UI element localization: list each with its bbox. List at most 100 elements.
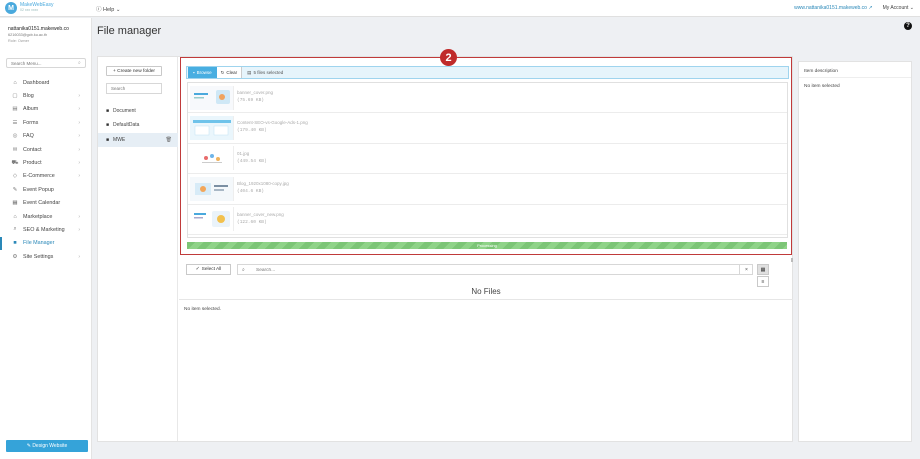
select-all-button[interactable]: ✓ Select All [186,264,231,275]
folder-icon: ■ [13,240,17,247]
file-row[interactable]: Blog_1920x1080-copy.jpg (404.6 KB) [188,174,787,205]
site-link[interactable]: www.nattanika0151.makeweb.co ↗ [794,5,872,11]
file-size: (449.54 KB) [237,158,267,164]
logo-text: MakeWebEasy 02 xxx xxxx [20,3,54,13]
file-thumbnail [190,85,234,110]
item-description-panel: Item description No item selected [798,61,912,442]
upload-file-list: banner_cover.png (75.69 KB) Content-SEO-… [187,82,788,238]
store-icon: ⌂ [13,213,17,220]
files-selected-status: ▤ 5 files selected [242,70,283,76]
list-view-button[interactable]: ≡ [757,276,769,287]
file-name: banner_cover_new.png [237,211,284,217]
sidebar-item-marketplace[interactable]: ⌂ Marketplace › [0,210,92,223]
create-new-folder-button[interactable]: + Create new folder [106,66,162,76]
sidebar-item-label: Dashboard [23,79,50,86]
sidebar-menu: ⌂ Dashboard ▢ Blog › ▤ Album › ☰ Forms › ◎ FAQ › … [0,76,92,263]
sidebar-item-label: Album [23,106,39,113]
file-browser: 2 ▪ Browse ↻ Clear ▤ 5 files selected ba… [179,49,793,441]
site-link-label: www.nattanika0151.makeweb.co [794,5,867,11]
file-size: (75.69 KB) [237,98,265,103]
folder-icon: ■ [106,108,110,114]
chevron-right-icon: › [78,226,80,233]
file-row[interactable]: banner_cover_new.png (122.60 KB) [188,205,787,235]
item-description-empty: No item selected [804,84,840,89]
file-row[interactable]: 01.jpg (449.54 KB) [188,144,787,175]
chevron-right-icon: › [78,146,80,153]
brand-logo[interactable]: M MakeWebEasy 02 xxx xxxx [5,2,54,14]
file-row[interactable]: Content-SEO-vs-Google-Ads-1.png (179.40 … [188,113,787,144]
chevron-right-icon: › [78,213,80,220]
file-size: (179.40 KB) [237,128,267,134]
grid-icon: ▦ [760,266,766,273]
sidebar-item-ecommerce[interactable]: ◇ E-Commerce › [0,170,92,183]
sidebar-item-label: Contact [23,146,42,153]
file-manager-panel: + Create new folder ■ Document ■ Default… [97,49,793,442]
file-row[interactable]: banner_cover.png (75.69 KB) [188,83,787,114]
cart-icon: ⛟ [11,159,19,166]
file-size: (122.60 KB) [237,219,267,225]
sidebar-item-label: FAQ [23,133,34,140]
sidebar-item-contact[interactable]: ✉ Contact › [0,143,92,156]
design-website-button[interactable]: ✎ Design Website [6,440,88,452]
files-selected-label: 5 files selected [253,70,284,75]
sidebar-item-label: SEO & Marketing [23,226,65,233]
sidebar-item-album[interactable]: ▤ Album › [0,103,92,116]
help-menu[interactable]: ⓘ Help ⌄ [96,5,121,13]
grid-view-button[interactable]: ▦ [757,264,769,275]
menu-search-input[interactable] [6,58,86,68]
sidebar-item-faq[interactable]: ◎ FAQ › [0,130,92,143]
sidebar-item-seo-marketing[interactable]: ⌕ SEO & Marketing › [0,223,92,236]
thumbnail-image [190,116,233,141]
calendar-icon: ▦ [12,200,18,207]
clear-button[interactable]: ↻ Clear [216,67,243,78]
logo-mark: M [5,2,17,14]
folder-item-mwe[interactable]: ■ MWE 🗑 [98,133,178,147]
item-description-title: Item description [804,69,838,74]
top-bar: M MakeWebEasy 02 xxx xxxx ⓘ Help ⌄ www.n… [0,0,920,17]
browse-button[interactable]: ▪ Browse [188,67,217,78]
sidebar-item-dashboard[interactable]: ⌂ Dashboard [0,76,92,89]
my-account-menu[interactable]: My Account ⌄ [883,5,914,11]
trash-icon[interactable]: 🗑 [166,137,172,143]
gear-icon: ⚙ [12,253,18,260]
scrollbar[interactable] [791,258,793,262]
sidebar-item-site-settings[interactable]: ⚙ Site Settings › [0,250,92,263]
sidebar-item-label: Site Settings [23,253,54,260]
folder-item-defaultdata[interactable]: ■ DefaultData [98,118,178,132]
home-icon: ⌂ [13,79,17,86]
help-label: Help ⌄ [103,7,121,13]
search-icon: ⌕ [78,60,81,66]
clear-label: Clear [226,70,238,75]
sidebar-item-label: Marketplace [23,213,53,220]
folder-column: + Create new folder ■ Document ■ Default… [98,57,178,441]
file-thumbnail [190,176,234,201]
file-search-input[interactable] [256,266,736,274]
file-search-box: ⌕ [237,264,753,275]
forms-icon: ☰ [12,119,18,126]
sidebar-item-forms[interactable]: ☰ Forms › [0,116,92,129]
progress-label: Processing [477,243,497,248]
file-name: Blog_1920x1080-copy.jpg [237,181,289,187]
file-name: Content-SEO-vs-Google-Ads-1.png [237,120,308,126]
sidebar-item-file-manager[interactable]: ■ File Manager [0,236,92,251]
chevron-right-icon: › [78,173,80,180]
files-icon: ▤ [247,69,252,75]
clear-search-button[interactable]: × [739,264,753,275]
blog-icon: ▢ [12,93,18,100]
step-badge: 2 [440,49,457,66]
sidebar-item-blog[interactable]: ▢ Blog › [0,89,92,102]
folder-item-document[interactable]: ■ Document [98,104,178,118]
folder-search-input[interactable] [106,83,162,94]
sidebar-item-event-popup[interactable]: ✎ Event Popup [0,183,92,196]
sidebar-item-label: Product [23,160,42,167]
help-question-icon[interactable]: ? [904,22,912,30]
page-title: File manager [97,25,162,37]
sidebar-item-product[interactable]: ⛟ Product › [0,156,92,169]
folder-icon: ■ [106,137,110,143]
sidebar-item-event-calendar[interactable]: ▦ Event Calendar [0,197,92,210]
chevron-right-icon: › [78,119,80,126]
user-email: 6216033@gcb.ku.ac.th [8,33,48,37]
tag-icon: ◇ [12,173,18,180]
search-icon: ⌕ [13,226,17,233]
file-size: (404.6 KB) [237,189,265,195]
